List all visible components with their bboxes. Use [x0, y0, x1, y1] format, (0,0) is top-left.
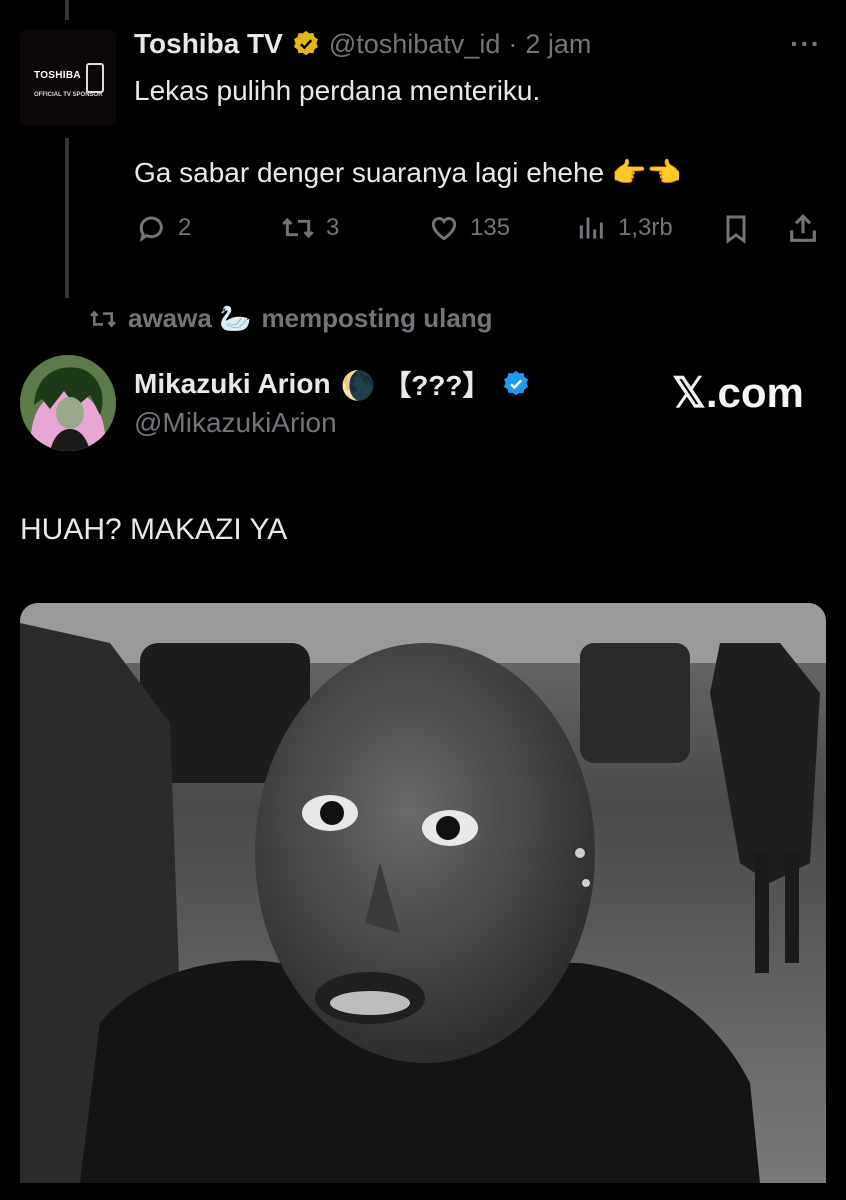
like-count: 135	[470, 214, 511, 241]
more-options-icon[interactable]: ···	[790, 28, 821, 60]
repost-user: awawa 🦢	[128, 303, 252, 333]
avatar-toshiba[interactable]: TOSHIBA OFFICIAL TV SPONSOR	[20, 30, 116, 126]
reply-button[interactable]: 2	[136, 212, 191, 244]
tweet1-separator: ·	[508, 28, 518, 59]
share-icon	[790, 214, 816, 242]
avatar-illustration	[20, 355, 116, 451]
share-button[interactable]	[786, 212, 820, 246]
tweet1-time[interactable]: 2 jam	[525, 29, 591, 60]
avatar-brand-text: TOSHIBA	[34, 70, 81, 81]
views-button[interactable]: 1,3rb	[576, 212, 673, 244]
tweet2-text: HUAH? MAKAZI YA	[20, 513, 288, 546]
tweet1-text-line1: Lekas pulihh perdana menteriku.	[134, 75, 541, 106]
tweet1-author-name[interactable]: Toshiba TV	[134, 28, 283, 60]
tweet2-name-suffix: 🌘 【???】	[340, 370, 491, 401]
views-count: 1,3rb	[618, 214, 673, 241]
repost-count: 3	[326, 214, 340, 241]
tweet1-header: Toshiba TV @toshibatv_id · 2 jam	[134, 28, 591, 60]
views-icon	[579, 217, 603, 239]
avatar-emblem	[86, 63, 104, 93]
avatar-mikazuki[interactable]	[20, 355, 116, 451]
repost-button[interactable]: 3	[280, 212, 339, 244]
repost-banner[interactable]: awawa 🦢 memposting ulang	[88, 303, 493, 334]
tweet2-author-name[interactable]: Mikazuki Arion	[134, 368, 331, 400]
reply-count: 2	[178, 214, 192, 241]
heart-icon	[431, 217, 457, 241]
tweet2-media-image[interactable]	[20, 603, 826, 1183]
tweet2-header: Mikazuki Arion 🌘 【???】	[134, 364, 531, 404]
repost-action-text: memposting ulang	[261, 303, 493, 333]
thread-line-bottom	[65, 138, 69, 298]
bookmark-button[interactable]	[720, 212, 752, 246]
avatar-sub-text: OFFICIAL TV SPONSOR	[34, 92, 103, 98]
tweet1-text-line2: Ga sabar denger suaranya lagi ehehe 👉👈	[134, 157, 682, 188]
like-button[interactable]: 135	[428, 212, 510, 244]
photo-scene	[20, 603, 826, 1183]
verified-blue-icon	[501, 369, 531, 399]
tweet2-handle[interactable]: @MikazukiArion	[134, 407, 337, 439]
reply-icon	[139, 216, 163, 242]
x-watermark: 𝕏.com	[672, 369, 804, 416]
thread-line-top	[65, 0, 69, 20]
bookmark-icon	[726, 215, 746, 244]
verified-gold-icon	[291, 29, 321, 59]
repost-icon	[282, 217, 314, 239]
tweet1-handle[interactable]: @toshibatv_id	[329, 29, 501, 60]
repost-small-icon	[90, 310, 116, 327]
